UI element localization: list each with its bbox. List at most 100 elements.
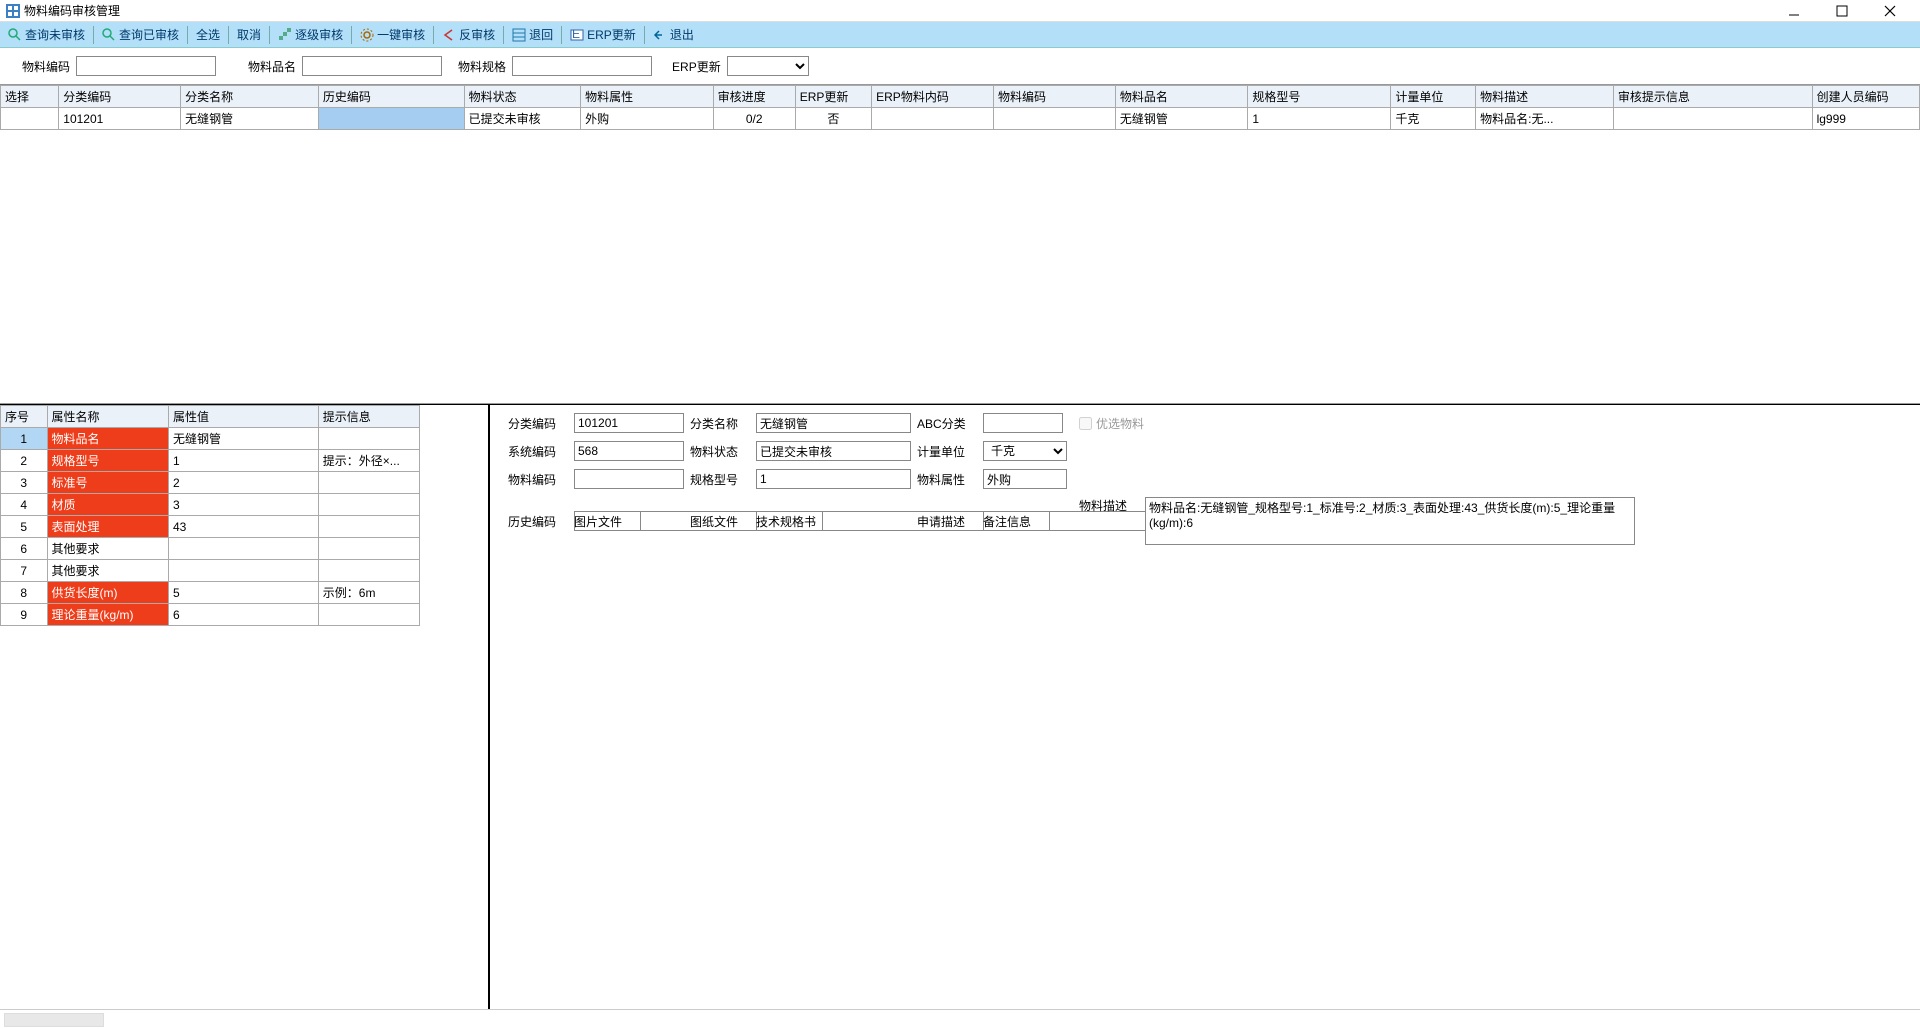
attr-name[interactable]: 材质 bbox=[47, 494, 168, 516]
unit-select[interactable]: 千克 bbox=[983, 441, 1067, 461]
table-cell[interactable] bbox=[994, 108, 1116, 130]
attr-row[interactable]: 2规格型号1提示：外径×... bbox=[1, 450, 420, 472]
main-col-分类编码[interactable]: 分类编码 bbox=[59, 86, 181, 108]
attr-hint[interactable] bbox=[318, 604, 419, 626]
main-col-审核进度[interactable]: 审核进度 bbox=[713, 86, 795, 108]
status-input[interactable] bbox=[756, 441, 911, 461]
attr-rownum[interactable]: 7 bbox=[1, 560, 48, 582]
attr-row[interactable]: 1物料品名无缝钢管 bbox=[1, 428, 420, 450]
table-cell[interactable]: lg999 bbox=[1812, 108, 1919, 130]
main-col-ERP物料内码[interactable]: ERP物料内码 bbox=[872, 86, 994, 108]
mat-desc-textarea[interactable] bbox=[1145, 497, 1635, 545]
main-col-历史编码[interactable]: 历史编码 bbox=[318, 86, 464, 108]
main-col-物料状态[interactable]: 物料状态 bbox=[464, 86, 581, 108]
toolbar-查询未审核[interactable]: 查询未审核 bbox=[4, 24, 89, 45]
table-cell[interactable]: 否 bbox=[795, 108, 871, 130]
attr-row[interactable]: 8供货长度(m)5示例：6m bbox=[1, 582, 420, 604]
attr-name[interactable]: 理论重量(kg/m) bbox=[47, 604, 168, 626]
attr-col-属性名称[interactable]: 属性名称 bbox=[47, 406, 168, 428]
toolbar-反审核[interactable]: 反审核 bbox=[438, 24, 499, 45]
attr-rownum[interactable]: 1 bbox=[1, 428, 48, 450]
toolbar-查询已审核[interactable]: 查询已审核 bbox=[98, 24, 183, 45]
attr-rownum[interactable]: 4 bbox=[1, 494, 48, 516]
attr-hint[interactable] bbox=[318, 516, 419, 538]
attr-rownum[interactable]: 5 bbox=[1, 516, 48, 538]
toolbar-一键审核[interactable]: 一键审核 bbox=[356, 24, 429, 45]
material-code-input[interactable] bbox=[76, 56, 216, 76]
attr-rownum[interactable]: 2 bbox=[1, 450, 48, 472]
cat-code-input[interactable] bbox=[574, 413, 684, 433]
main-col-创建人员编码[interactable]: 创建人员编码 bbox=[1812, 86, 1919, 108]
table-cell[interactable]: 千克 bbox=[1391, 108, 1476, 130]
attr-name[interactable]: 供货长度(m) bbox=[47, 582, 168, 604]
attr-input[interactable] bbox=[983, 469, 1067, 489]
material-spec-input[interactable] bbox=[512, 56, 652, 76]
attr-hint[interactable] bbox=[318, 538, 419, 560]
table-cell[interactable]: 已提交未审核 bbox=[464, 108, 581, 130]
attr-name[interactable]: 其他要求 bbox=[47, 538, 168, 560]
attr-name[interactable]: 表面处理 bbox=[47, 516, 168, 538]
attr-value[interactable]: 无缝钢管 bbox=[168, 428, 318, 450]
table-cell[interactable]: 0/2 bbox=[713, 108, 795, 130]
attr-value[interactable]: 2 bbox=[168, 472, 318, 494]
attr-row[interactable]: 5表面处理43 bbox=[1, 516, 420, 538]
attr-row[interactable]: 9理论重量(kg/m)6 bbox=[1, 604, 420, 626]
table-row[interactable]: 101201无缝钢管已提交未审核外购0/2否无缝钢管1千克物料品名:无...lg… bbox=[1, 108, 1920, 130]
main-col-物料描述[interactable]: 物料描述 bbox=[1476, 86, 1614, 108]
table-cell[interactable]: 物料品名:无... bbox=[1476, 108, 1614, 130]
main-col-计量单位[interactable]: 计量单位 bbox=[1391, 86, 1476, 108]
attr-name[interactable]: 其他要求 bbox=[47, 560, 168, 582]
attr-name[interactable]: 物料品名 bbox=[47, 428, 168, 450]
attr-value[interactable]: 3 bbox=[168, 494, 318, 516]
attr-row[interactable]: 4材质3 bbox=[1, 494, 420, 516]
attr-row[interactable]: 7其他要求 bbox=[1, 560, 420, 582]
main-col-物料品名[interactable]: 物料品名 bbox=[1115, 86, 1247, 108]
maximize-button[interactable] bbox=[1828, 2, 1856, 20]
attr-name[interactable]: 规格型号 bbox=[47, 450, 168, 472]
main-col-选择[interactable]: 选择 bbox=[1, 86, 59, 108]
abc-input[interactable] bbox=[983, 413, 1063, 433]
toolbar-ERP更新[interactable]: EERP更新 bbox=[566, 24, 640, 45]
attr-value[interactable]: 43 bbox=[168, 516, 318, 538]
toolbar-取消[interactable]: 取消 bbox=[233, 24, 265, 45]
spec-input[interactable] bbox=[756, 469, 911, 489]
attr-hint[interactable]: 提示：外径×... bbox=[318, 450, 419, 472]
attr-rownum[interactable]: 9 bbox=[1, 604, 48, 626]
attr-value[interactable] bbox=[168, 560, 318, 582]
main-col-物料编码[interactable]: 物料编码 bbox=[994, 86, 1116, 108]
toolbar-退回[interactable]: 退回 bbox=[508, 24, 557, 45]
attr-rownum[interactable]: 6 bbox=[1, 538, 48, 560]
attr-value[interactable]: 1 bbox=[168, 450, 318, 472]
main-table[interactable]: 选择分类编码分类名称历史编码物料状态物料属性审核进度ERP更新ERP物料内码物料… bbox=[0, 85, 1920, 130]
attribute-table[interactable]: 序号属性名称属性值提示信息1物料品名无缝钢管2规格型号1提示：外径×...3标准… bbox=[0, 405, 420, 626]
attr-hint[interactable] bbox=[318, 560, 419, 582]
attr-value[interactable]: 6 bbox=[168, 604, 318, 626]
cat-name-input[interactable] bbox=[756, 413, 911, 433]
attr-hint[interactable] bbox=[318, 428, 419, 450]
toolbar-全选[interactable]: 全选 bbox=[192, 24, 224, 45]
main-col-物料属性[interactable]: 物料属性 bbox=[581, 86, 713, 108]
main-col-审核提示信息[interactable]: 审核提示信息 bbox=[1613, 86, 1812, 108]
attr-col-属性值[interactable]: 属性值 bbox=[168, 406, 318, 428]
material-name-input[interactable] bbox=[302, 56, 442, 76]
minimize-button[interactable] bbox=[1780, 2, 1808, 20]
attr-row[interactable]: 6其他要求 bbox=[1, 538, 420, 560]
attr-hint[interactable]: 示例：6m bbox=[318, 582, 419, 604]
main-col-ERP更新[interactable]: ERP更新 bbox=[795, 86, 871, 108]
table-cell[interactable]: 无缝钢管 bbox=[181, 108, 319, 130]
table-cell[interactable]: 101201 bbox=[59, 108, 181, 130]
table-cell[interactable]: 1 bbox=[1248, 108, 1391, 130]
attr-name[interactable]: 标准号 bbox=[47, 472, 168, 494]
attr-col-提示信息[interactable]: 提示信息 bbox=[318, 406, 419, 428]
toolbar-逐级审核[interactable]: 逐级审核 bbox=[274, 24, 347, 45]
table-cell[interactable] bbox=[318, 108, 464, 130]
table-cell[interactable] bbox=[1613, 108, 1812, 130]
toolbar-退出[interactable]: 退出 bbox=[649, 24, 698, 45]
table-cell[interactable] bbox=[872, 108, 994, 130]
table-cell[interactable] bbox=[1, 108, 59, 130]
erp-update-select[interactable] bbox=[727, 56, 809, 76]
attr-rownum[interactable]: 8 bbox=[1, 582, 48, 604]
main-col-规格型号[interactable]: 规格型号 bbox=[1248, 86, 1391, 108]
table-cell[interactable]: 外购 bbox=[581, 108, 713, 130]
sys-code-input[interactable] bbox=[574, 441, 684, 461]
